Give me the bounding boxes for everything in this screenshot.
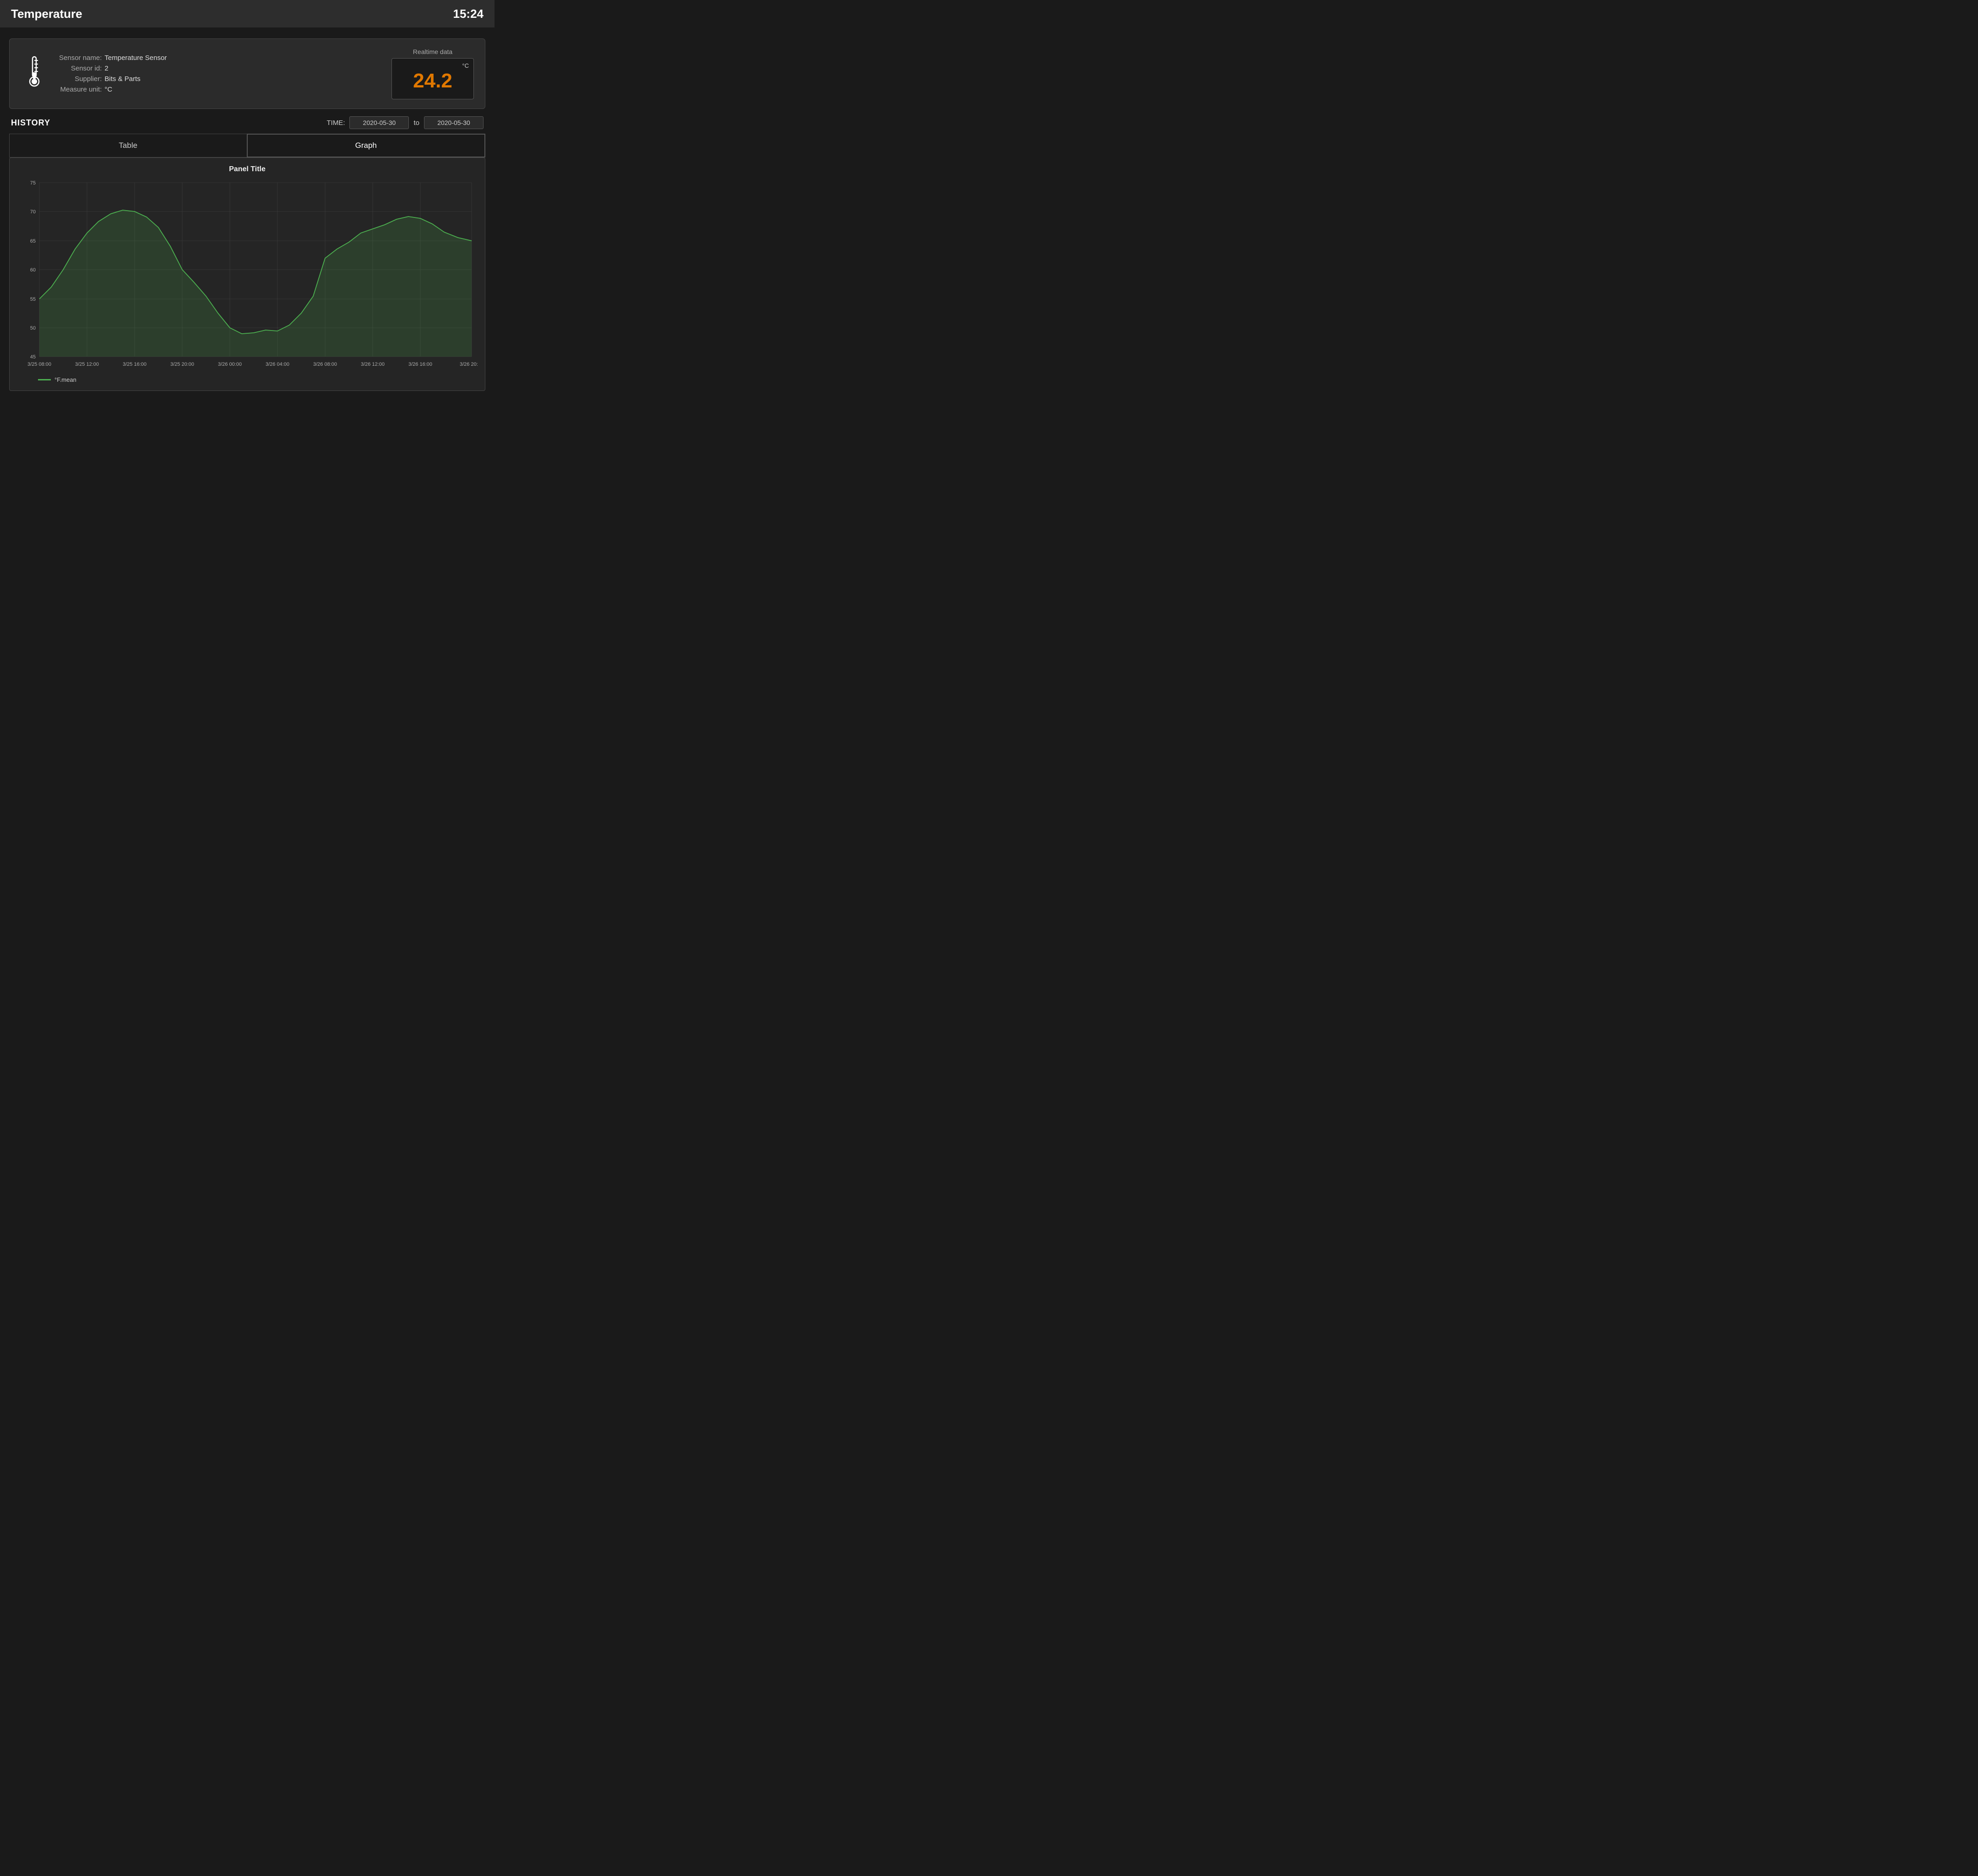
time-to-label: to: [413, 119, 419, 127]
sensor-unit-value: °C: [104, 84, 169, 95]
legend-label: °F.mean: [54, 376, 76, 383]
history-header: HISTORY TIME: to: [9, 116, 485, 129]
svg-text:70: 70: [30, 209, 36, 215]
svg-text:3/25 20:00: 3/25 20:00: [170, 362, 194, 367]
sensor-left: Sensor name: Temperature Sensor Sensor i…: [21, 53, 169, 95]
svg-text:45: 45: [30, 354, 36, 360]
svg-text:3/25 12:00: 3/25 12:00: [75, 362, 99, 367]
svg-text:3/26 16:00: 3/26 16:00: [408, 362, 432, 367]
tab-table[interactable]: Table: [9, 134, 247, 157]
sensor-unit-label: Measure unit:: [59, 84, 104, 95]
svg-text:55: 55: [30, 297, 36, 302]
sensor-supplier-value: Bits & Parts: [104, 74, 169, 84]
time-to-input[interactable]: [424, 116, 484, 129]
sensor-info: Sensor name: Temperature Sensor Sensor i…: [59, 53, 169, 95]
sensor-name-label: Sensor name:: [59, 53, 104, 63]
svg-text:3/25 08:00: 3/25 08:00: [27, 362, 51, 367]
chart-title: Panel Title: [17, 165, 478, 174]
svg-text:3/26 20:00: 3/26 20:00: [460, 362, 478, 367]
svg-text:3/26 08:00: 3/26 08:00: [313, 362, 337, 367]
chart-svg: .grid-line { stroke: #3a3a3a; stroke-wid…: [17, 178, 478, 370]
current-time: 15:24: [453, 7, 484, 21]
svg-text:3/26 04:00: 3/26 04:00: [266, 362, 289, 367]
legend-color: [38, 379, 51, 380]
chart-container: Panel Title .grid-line { stroke: #3a3a3a…: [9, 157, 485, 391]
thermometer-icon: [21, 53, 48, 94]
svg-text:3/26 12:00: 3/26 12:00: [361, 362, 385, 367]
realtime-unit: °C: [462, 62, 469, 69]
realtime-display: °C 24.2: [391, 58, 474, 99]
realtime-value: 24.2: [397, 70, 469, 92]
svg-text:50: 50: [30, 325, 36, 331]
sensor-id-label: Sensor id:: [59, 63, 104, 74]
history-title: HISTORY: [11, 118, 50, 128]
view-tabs: Table Graph: [9, 134, 485, 157]
svg-text:3/25 16:00: 3/25 16:00: [123, 362, 147, 367]
time-label: TIME:: [326, 119, 345, 127]
svg-text:75: 75: [30, 180, 36, 186]
sensor-card: Sensor name: Temperature Sensor Sensor i…: [9, 38, 485, 109]
chart-legend: °F.mean: [17, 376, 478, 383]
sensor-supplier-label: Supplier:: [59, 74, 104, 84]
history-section: HISTORY TIME: to Table Graph Panel Title…: [9, 116, 485, 391]
realtime-label: Realtime data: [391, 48, 474, 55]
app-title: Temperature: [11, 7, 82, 21]
chart-area: .grid-line { stroke: #3a3a3a; stroke-wid…: [17, 178, 478, 373]
sensor-id-value: 2: [104, 63, 169, 74]
sensor-name-value: Temperature Sensor: [104, 53, 169, 63]
svg-text:65: 65: [30, 239, 36, 244]
svg-text:60: 60: [30, 267, 36, 273]
svg-text:3/26 00:00: 3/26 00:00: [218, 362, 242, 367]
time-from-input[interactable]: [349, 116, 409, 129]
tab-graph[interactable]: Graph: [247, 134, 486, 157]
realtime-box: Realtime data °C 24.2: [391, 48, 474, 99]
app-header: Temperature 15:24: [0, 0, 494, 27]
time-filter: TIME: to: [326, 116, 484, 129]
